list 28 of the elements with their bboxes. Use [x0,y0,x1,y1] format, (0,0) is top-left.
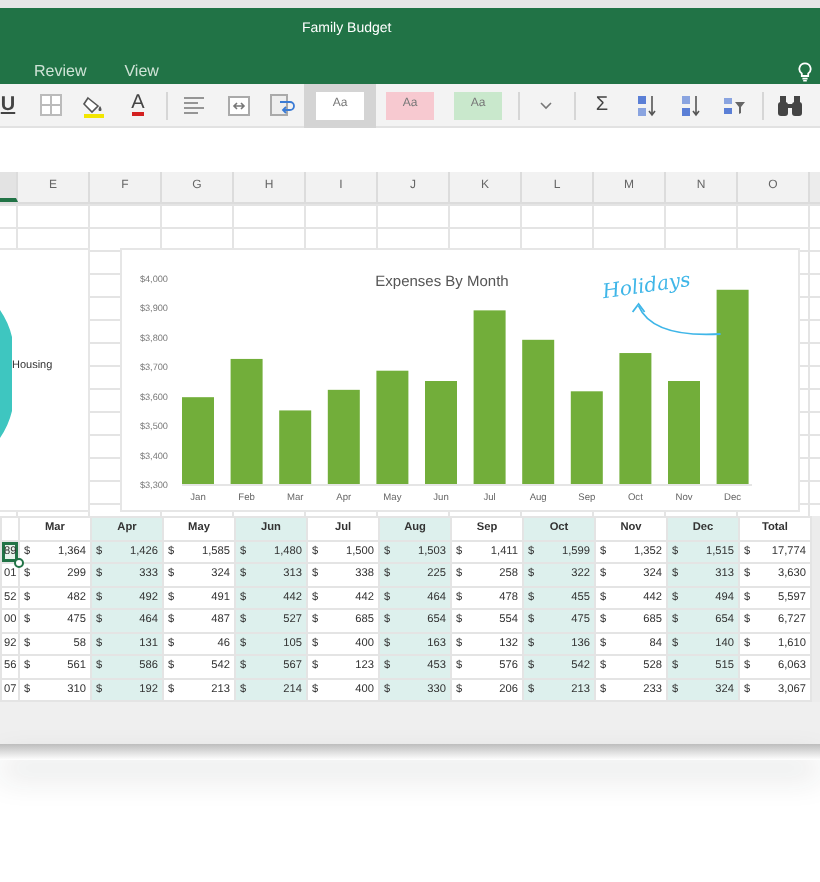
font-color-button[interactable]: A [116,83,160,127]
merge-cells-icon[interactable] [227,95,249,115]
bar [668,381,700,484]
bar [279,410,312,484]
sort-descending-icon[interactable] [680,93,700,117]
fill-color-icon[interactable] [82,93,106,117]
column-header[interactable] [0,172,18,202]
align-icon[interactable] [184,95,204,115]
sort-ascending-icon[interactable] [636,93,656,117]
bar [425,381,457,484]
ribbon-tab[interactable]: View [124,62,159,82]
fill-handle[interactable] [14,558,24,568]
bar [182,397,214,484]
bar [570,391,603,484]
wrap-text-icon[interactable] [269,94,295,116]
bar [230,358,263,484]
caret-icon[interactable] [540,101,552,109]
binoculars-icon[interactable] [778,95,802,115]
filter-icon[interactable] [722,95,746,115]
bar [376,370,409,484]
ribbon-tab[interactable]: Review [34,62,87,82]
annotation-arrow [631,302,722,336]
underline-button[interactable]: U [0,83,28,127]
bar [619,353,652,484]
sum-button[interactable]: Σ [580,83,624,127]
bar [327,389,360,484]
annotation-text: Holidays [601,269,692,305]
donut-chart-drawing [0,310,12,438]
